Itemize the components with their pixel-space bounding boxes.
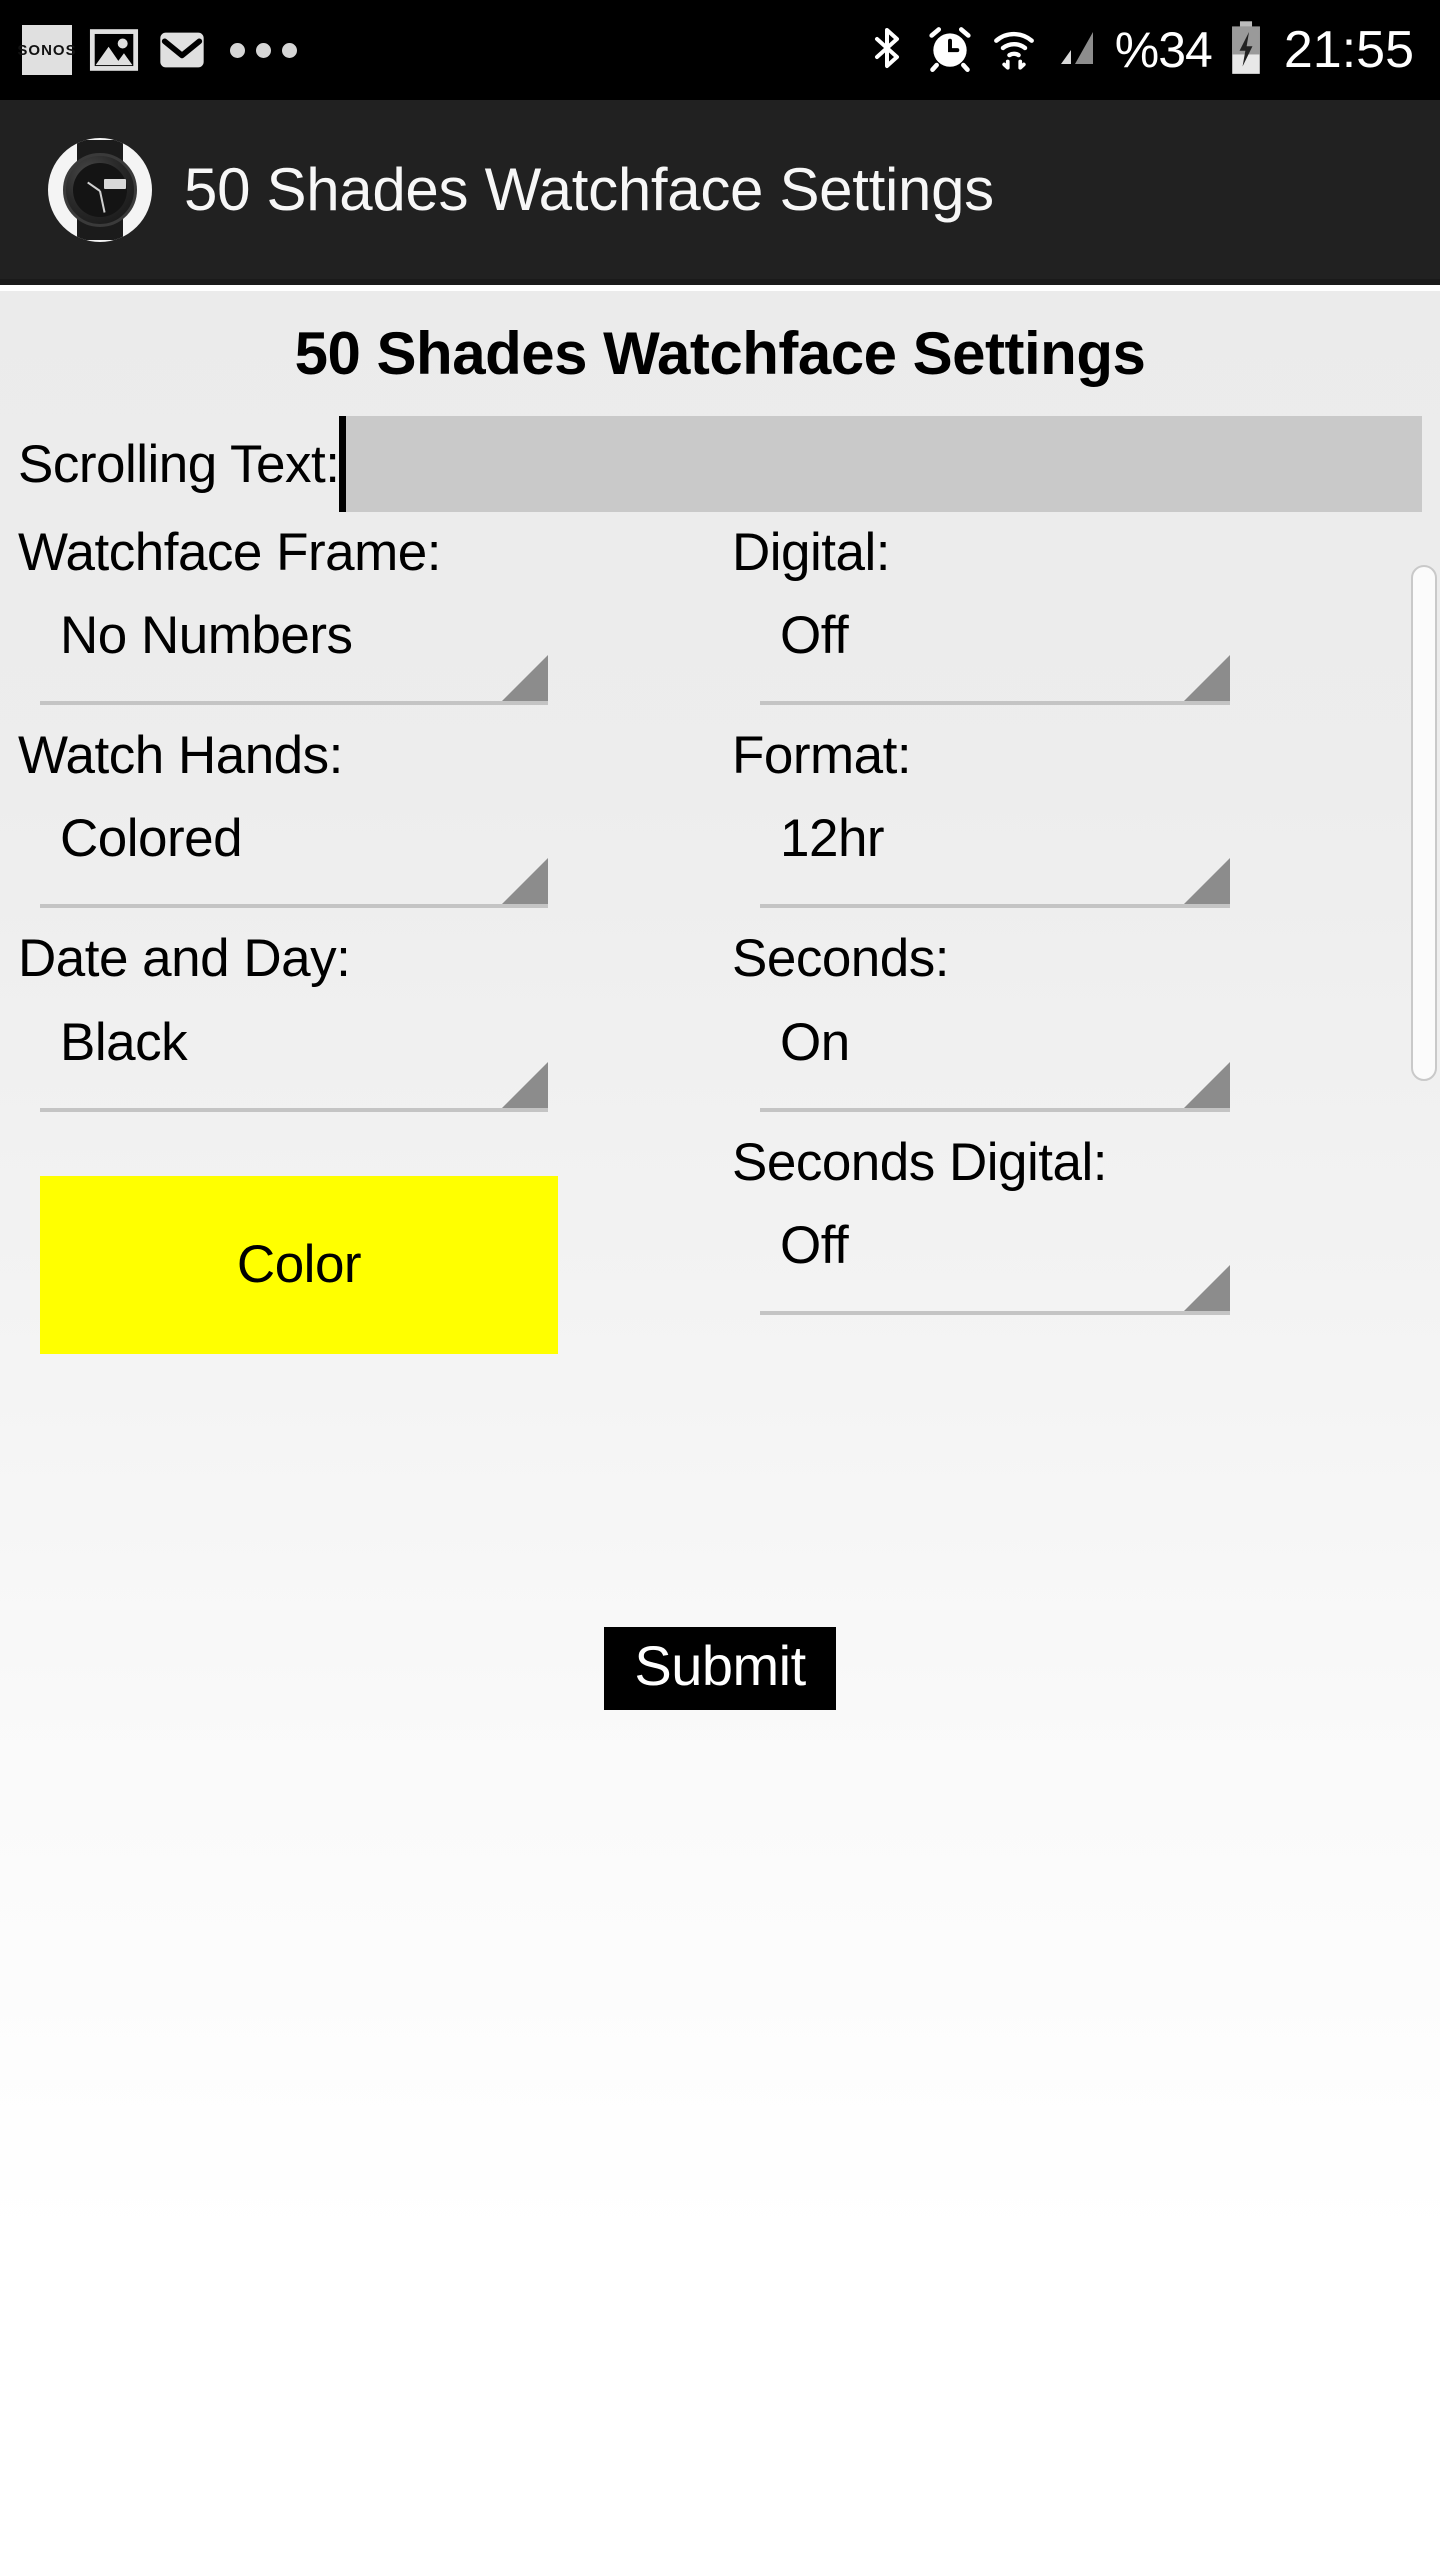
dropdown-triangle-icon [1184, 1264, 1230, 1311]
date-and-day-value: Black [60, 1012, 188, 1072]
status-bar-clock: 21:55 [1283, 21, 1414, 79]
settings-content: 50 Shades Watchface Settings Scrolling T… [0, 291, 1440, 2560]
app-bar: 50 Shades Watchface Settings [0, 100, 1440, 285]
status-bar-notifications: SONOS [17, 24, 297, 76]
scrolling-text-row: Scrolling Text: [0, 416, 1440, 512]
seconds-spinner[interactable]: On [760, 994, 1230, 1112]
dropdown-triangle-icon [1184, 858, 1230, 905]
watchface-frame-value: No Numbers [60, 606, 353, 666]
dropdown-triangle-icon [1184, 655, 1230, 702]
cellular-signal-icon [1053, 21, 1101, 80]
scrolling-text-label: Scrolling Text: [18, 434, 340, 494]
left-settings-column: Watchface Frame: No Numbers Watch Hands:… [18, 524, 708, 1354]
submit-button[interactable]: Submit [604, 1627, 836, 1710]
battery-percent-label: %34 [1114, 22, 1213, 78]
settings-columns: Watchface Frame: No Numbers Watch Hands:… [0, 524, 1440, 1354]
format-value: 12hr [780, 809, 885, 869]
format-spinner[interactable]: 12hr [760, 790, 1230, 909]
seconds-label: Seconds: [732, 929, 949, 989]
seconds-digital-label: Seconds Digital: [732, 1132, 1107, 1192]
digital-spinner[interactable]: Off [760, 587, 1230, 706]
format-label: Format: [732, 726, 912, 786]
battery-charging-icon [1226, 20, 1266, 81]
email-envelope-icon [156, 24, 208, 76]
more-notifications-icon [230, 42, 297, 58]
dropdown-triangle-icon [502, 1061, 548, 1108]
app-bar-title: 50 Shades Watchface Settings [184, 156, 994, 223]
page-title: 50 Shades Watchface Settings [294, 320, 1146, 387]
watch-hands-spinner[interactable]: Colored [40, 790, 548, 909]
dropdown-triangle-icon [1184, 1061, 1230, 1108]
watch-hands-value: Colored [60, 809, 243, 869]
alarm-clock-icon [925, 21, 975, 80]
watchface-app-icon [48, 137, 152, 242]
color-button[interactable]: Color [40, 1175, 558, 1354]
watchface-frame-spinner[interactable]: No Numbers [40, 587, 548, 706]
photo-image-icon [88, 24, 140, 76]
bluetooth-icon [863, 21, 911, 80]
vertical-scrollbar[interactable] [1411, 565, 1437, 1081]
digital-label: Digital: [732, 523, 891, 582]
digital-value: Off [780, 606, 849, 666]
seconds-digital-value: Off [780, 1215, 849, 1275]
date-and-day-spinner[interactable]: Black [40, 994, 548, 1112]
right-settings-column: Digital: Off Format: 12hr Seconds: On Se… [732, 524, 1422, 1354]
dropdown-triangle-icon [502, 655, 548, 702]
watch-hands-label: Watch Hands: [18, 726, 343, 786]
status-bar-indicators: %34 21:55 [863, 20, 1414, 81]
wifi-icon [989, 21, 1039, 80]
seconds-value: On [780, 1012, 850, 1072]
submit-button-row: Submit [0, 1627, 1440, 1710]
seconds-digital-spinner[interactable]: Off [760, 1197, 1230, 1315]
dropdown-triangle-icon [502, 858, 548, 905]
date-and-day-label: Date and Day: [18, 929, 351, 989]
sonos-app-icon: SONOS [17, 25, 76, 75]
scrolling-text-input[interactable] [339, 416, 1422, 512]
watchface-frame-label: Watchface Frame: [18, 523, 442, 582]
status-bar: SONOS %34 21:55 [0, 0, 1440, 100]
